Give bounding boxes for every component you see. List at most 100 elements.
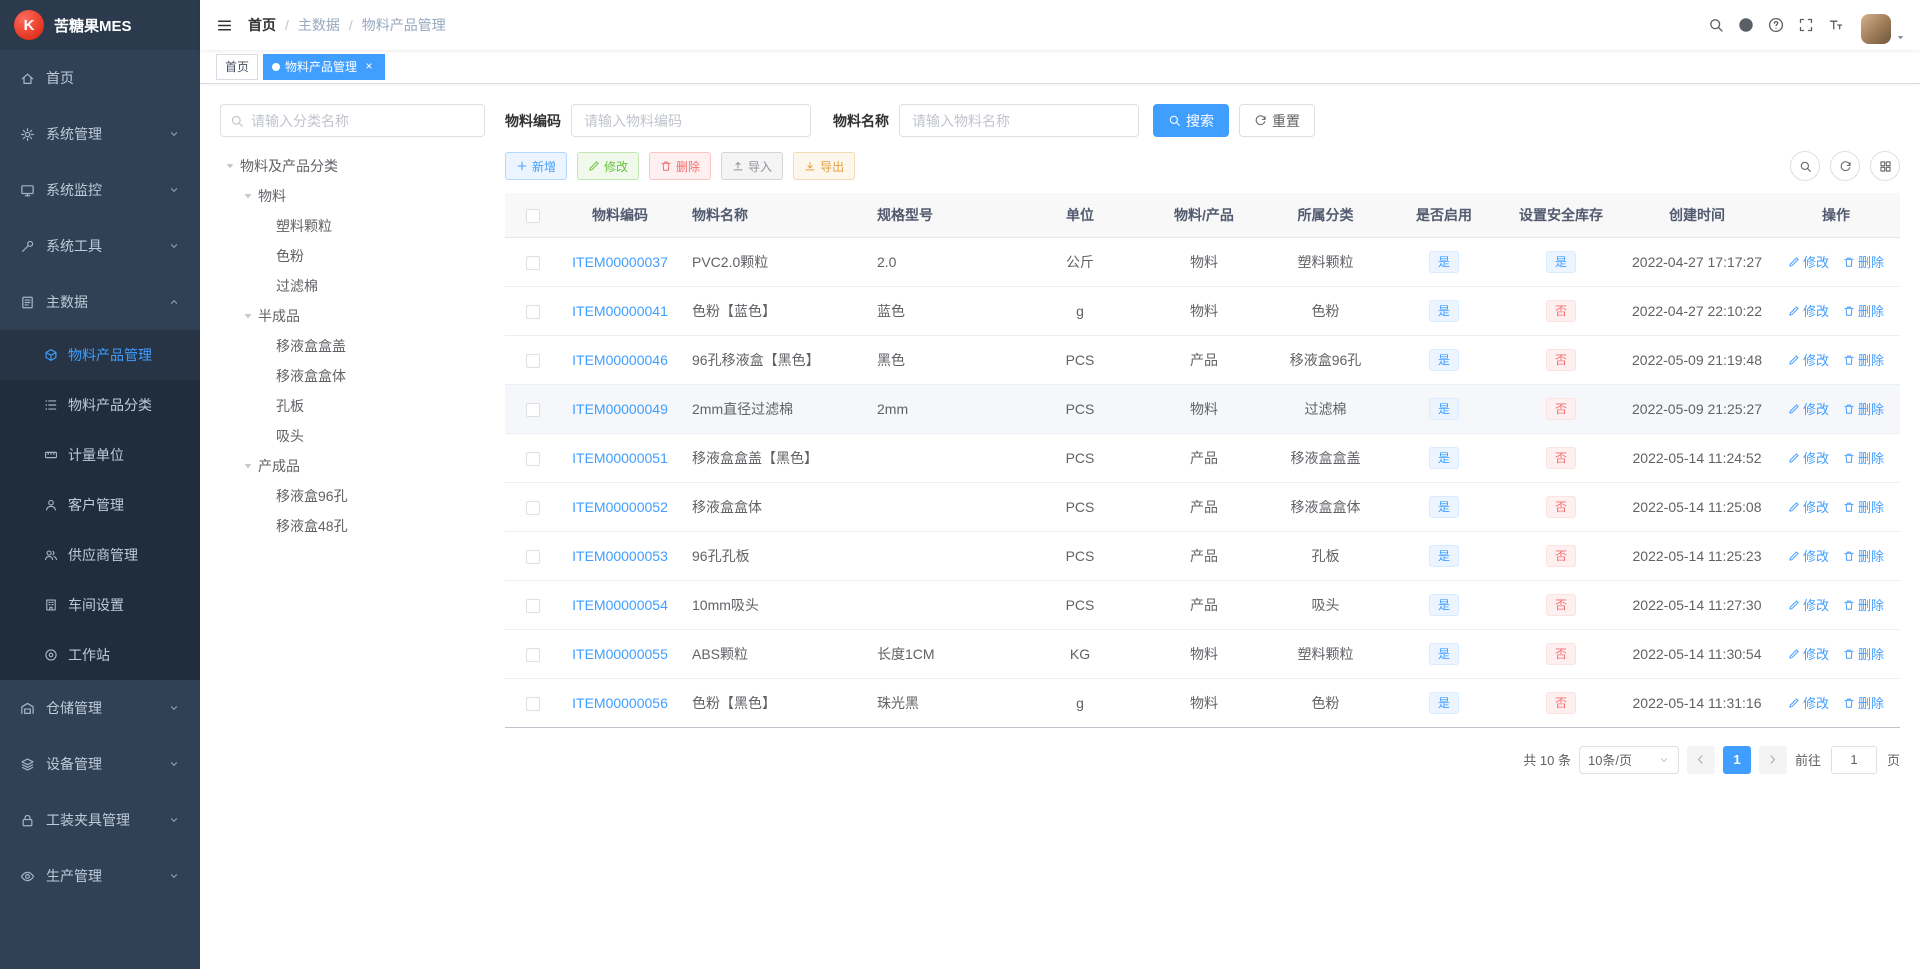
tree-node[interactable]: 塑料颗粒 <box>220 211 485 241</box>
tree-node[interactable]: 移液盒96孔 <box>220 481 485 511</box>
tree-node[interactable]: 半成品 <box>220 301 485 331</box>
next-page-button[interactable] <box>1758 745 1787 774</box>
add-button[interactable]: 新增 <box>505 152 568 180</box>
material-code-link[interactable]: ITEM00000041 <box>572 303 668 319</box>
code-filter-input[interactable] <box>571 104 811 137</box>
tree-node[interactable]: 孔板 <box>220 391 485 421</box>
row-edit-button[interactable]: 修改 <box>1788 546 1829 565</box>
sidebar-item-customer-mgmt[interactable]: 客户管理 <box>0 480 200 530</box>
row-checkbox[interactable] <box>525 304 540 319</box>
row-checkbox[interactable] <box>525 549 540 564</box>
sidebar-item-supplier-mgmt[interactable]: 供应商管理 <box>0 530 200 580</box>
row-edit-button[interactable]: 修改 <box>1788 693 1829 712</box>
material-code-link[interactable]: ITEM00000037 <box>572 254 668 270</box>
goto-page-input[interactable] <box>1830 745 1877 774</box>
row-checkbox[interactable] <box>525 451 540 466</box>
row-delete-button[interactable]: 删除 <box>1843 301 1884 320</box>
name-filter-input[interactable] <box>899 104 1139 137</box>
tab-material-product-mgmt[interactable]: 物料产品管理 × <box>263 53 386 80</box>
row-delete-button[interactable]: 删除 <box>1843 546 1884 565</box>
breadcrumb-item[interactable]: 首页 <box>248 15 276 35</box>
navbar-search-button[interactable] <box>1701 0 1731 50</box>
reset-button[interactable]: 重置 <box>1239 104 1315 137</box>
sidebar-item-workshop-setting[interactable]: 车间设置 <box>0 580 200 630</box>
material-code-link[interactable]: ITEM00000055 <box>572 646 668 662</box>
row-delete-button[interactable]: 删除 <box>1843 693 1884 712</box>
tree-node[interactable]: 移液盒盒盖 <box>220 331 485 361</box>
row-edit-button[interactable]: 修改 <box>1788 595 1829 614</box>
edit-button[interactable]: 修改 <box>577 152 640 180</box>
tree-node[interactable]: 色粉 <box>220 241 485 271</box>
material-code-link[interactable]: ITEM00000053 <box>572 548 668 564</box>
navbar-font-size-button[interactable] <box>1821 0 1851 50</box>
tree-node[interactable]: 物料 <box>220 181 485 211</box>
row-checkbox[interactable] <box>525 598 540 613</box>
select-all-checkbox[interactable] <box>525 208 540 223</box>
material-code-link[interactable]: ITEM00000051 <box>572 450 668 466</box>
category-search-input[interactable] <box>220 104 485 137</box>
row-delete-button[interactable]: 删除 <box>1843 350 1884 369</box>
page-size-select[interactable]: 10条/页 <box>1578 745 1679 774</box>
material-code-link[interactable]: ITEM00000052 <box>572 499 668 515</box>
row-edit-button[interactable]: 修改 <box>1788 399 1829 418</box>
sidebar-item-measure-unit[interactable]: 计量单位 <box>0 430 200 480</box>
toggle-search-button[interactable] <box>1790 151 1820 181</box>
navbar-question-button[interactable] <box>1761 0 1791 50</box>
tree-node[interactable]: 过滤棉 <box>220 271 485 301</box>
row-edit-button[interactable]: 修改 <box>1788 301 1829 320</box>
prev-page-button[interactable] <box>1686 745 1715 774</box>
sidebar-item-material-product-mgmt[interactable]: 物料产品管理 <box>0 330 200 380</box>
delete-button[interactable]: 删除 <box>649 152 712 180</box>
row-edit-button[interactable]: 修改 <box>1788 252 1829 271</box>
search-button[interactable]: 搜索 <box>1153 104 1229 137</box>
sidebar-item-system-admin[interactable]: 系统管理 <box>0 106 200 162</box>
row-delete-button[interactable]: 删除 <box>1843 497 1884 516</box>
sidebar-item-master-data[interactable]: 主数据 <box>0 274 200 330</box>
app-logo[interactable]: K 苦糖果MES <box>0 0 200 50</box>
material-code-link[interactable]: ITEM00000054 <box>572 597 668 613</box>
row-edit-button[interactable]: 修改 <box>1788 644 1829 663</box>
row-delete-button[interactable]: 删除 <box>1843 595 1884 614</box>
material-code-link[interactable]: ITEM00000049 <box>572 401 668 417</box>
tab-home[interactable]: 首页 <box>216 53 259 80</box>
sidebar-toggle-button[interactable] <box>200 0 248 50</box>
sidebar-item-fixture-mgmt[interactable]: 工装夹具管理 <box>0 792 200 848</box>
row-checkbox[interactable] <box>525 696 540 711</box>
import-button[interactable]: 导入 <box>721 152 784 180</box>
tree-node[interactable]: 产成品 <box>220 451 485 481</box>
user-menu[interactable] <box>1861 6 1906 44</box>
row-checkbox[interactable] <box>525 255 540 270</box>
export-button[interactable]: 导出 <box>793 152 856 180</box>
row-delete-button[interactable]: 删除 <box>1843 399 1884 418</box>
refresh-table-button[interactable] <box>1830 151 1860 181</box>
tree-node[interactable]: 移液盒盒体 <box>220 361 485 391</box>
navbar-fullscreen-button[interactable] <box>1791 0 1821 50</box>
row-delete-button[interactable]: 删除 <box>1843 644 1884 663</box>
sidebar-item-home[interactable]: 首页 <box>0 50 200 106</box>
row-checkbox[interactable] <box>525 402 540 417</box>
sidebar-item-warehouse-mgmt[interactable]: 仓储管理 <box>0 680 200 736</box>
tree-node[interactable]: 吸头 <box>220 421 485 451</box>
sidebar-item-equipment-mgmt[interactable]: 设备管理 <box>0 736 200 792</box>
sidebar-item-production-mgmt[interactable]: 生产管理 <box>0 848 200 904</box>
row-edit-button[interactable]: 修改 <box>1788 350 1829 369</box>
sidebar-item-workstation[interactable]: 工作站 <box>0 630 200 680</box>
page-1-button[interactable]: 1 <box>1722 745 1751 774</box>
navbar-github-button[interactable] <box>1731 0 1761 50</box>
tree-node[interactable]: 物料及产品分类 <box>220 151 485 181</box>
sidebar-item-system-tools[interactable]: 系统工具 <box>0 218 200 274</box>
row-edit-button[interactable]: 修改 <box>1788 448 1829 467</box>
column-settings-button[interactable] <box>1870 151 1900 181</box>
sidebar-item-material-product-category[interactable]: 物料产品分类 <box>0 380 200 430</box>
material-code-link[interactable]: ITEM00000056 <box>572 695 668 711</box>
close-icon[interactable]: × <box>362 59 376 74</box>
row-checkbox[interactable] <box>525 647 540 662</box>
row-edit-button[interactable]: 修改 <box>1788 497 1829 516</box>
material-code-link[interactable]: ITEM00000046 <box>572 352 668 368</box>
row-checkbox[interactable] <box>525 353 540 368</box>
row-delete-button[interactable]: 删除 <box>1843 448 1884 467</box>
row-delete-button[interactable]: 删除 <box>1843 252 1884 271</box>
row-checkbox[interactable] <box>525 500 540 515</box>
sidebar-item-system-monitor[interactable]: 系统监控 <box>0 162 200 218</box>
tree-node[interactable]: 移液盒48孔 <box>220 511 485 541</box>
